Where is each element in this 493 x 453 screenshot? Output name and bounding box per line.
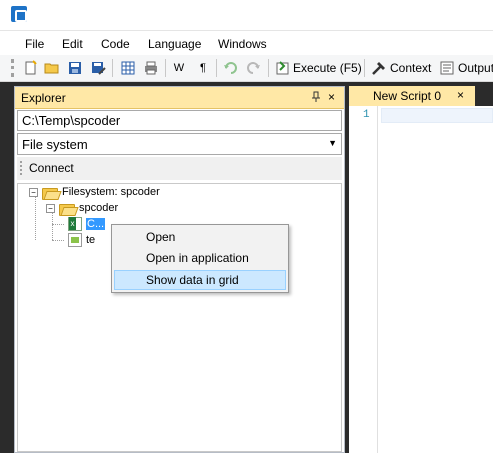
menu-language[interactable]: Language — [148, 37, 201, 51]
tree-node-label: Filesystem: spcoder — [62, 186, 160, 198]
folder-open-icon — [42, 186, 58, 200]
close-icon[interactable]: × — [457, 88, 464, 102]
menu-file[interactable]: File — [25, 37, 44, 51]
menu-code[interactable]: Code — [101, 37, 130, 51]
menu-item-open[interactable]: Open — [114, 227, 286, 247]
save-as-icon[interactable] — [89, 59, 107, 77]
toolbar-grip[interactable] — [11, 59, 14, 77]
current-line-highlight — [381, 108, 493, 123]
toolbar-separator — [112, 59, 113, 77]
tree-node-label: spcoder — [79, 202, 119, 214]
text-file-icon — [68, 233, 82, 247]
context-button[interactable]: Context — [390, 61, 431, 75]
menu-item-show-data-in-grid[interactable]: Show data in grid — [114, 270, 286, 290]
tree-node-label: C... — [86, 218, 106, 230]
open-folder-icon[interactable] — [43, 59, 61, 77]
context-menu: Open Open in application Show data in gr… — [111, 224, 289, 293]
tree-guide — [35, 196, 36, 240]
code-editor[interactable]: 1 — [349, 106, 493, 453]
chevron-down-icon: ▼ — [328, 138, 337, 148]
toolbar-grip[interactable] — [20, 161, 22, 175]
menu-edit[interactable]: Edit — [62, 37, 83, 51]
tree-node-folder[interactable]: − spcoder — [46, 200, 118, 216]
menu-bar: File Edit Code Language Windows — [0, 30, 493, 55]
save-icon[interactable] — [66, 59, 84, 77]
excel-file-icon — [68, 217, 82, 231]
collapse-icon[interactable]: − — [29, 187, 38, 197]
title-bar — [0, 0, 493, 30]
print-icon[interactable] — [142, 59, 160, 77]
tree-guide — [52, 224, 64, 225]
explorer-header: Explorer × — [15, 87, 344, 109]
toolbar-separator — [268, 59, 269, 77]
tree-node-file-selected[interactable]: C... — [68, 216, 106, 232]
output-button[interactable]: Output — [458, 61, 493, 75]
editor-tab-strip: New Script 0 × — [349, 86, 493, 106]
tree-node-label: te — [86, 234, 96, 246]
window-background — [0, 82, 14, 453]
context-tools-icon[interactable] — [370, 59, 388, 77]
explorer-title: Explorer — [21, 91, 66, 105]
execute-icon[interactable] — [274, 59, 292, 77]
redo-icon[interactable] — [244, 59, 262, 77]
connect-toolbar: Connect — [17, 157, 342, 180]
line-gutter: 1 — [349, 106, 378, 453]
tree-guide — [52, 212, 53, 240]
menu-windows[interactable]: Windows — [218, 37, 267, 51]
execute-button[interactable]: Execute (F5) — [293, 61, 362, 75]
toolbar-separator — [364, 59, 365, 77]
undo-icon[interactable] — [222, 59, 240, 77]
toolbar: W ¶ Execute (F5) Context Output — [0, 55, 493, 82]
tab-new-script[interactable]: New Script 0 × — [349, 86, 475, 106]
show-whitespace-button[interactable]: ¶ — [197, 59, 209, 77]
pin-icon[interactable] — [311, 91, 321, 106]
tree-node-file[interactable]: te — [68, 232, 95, 248]
new-file-icon[interactable] — [22, 59, 40, 77]
collapse-icon[interactable]: − — [46, 203, 55, 213]
grid-icon[interactable] — [119, 59, 137, 77]
close-icon[interactable]: × — [328, 90, 335, 104]
toolbar-separator — [216, 59, 217, 77]
line-number: 1 — [363, 109, 370, 121]
tab-label: New Script 0 — [373, 89, 442, 103]
connect-button[interactable]: Connect — [29, 161, 74, 175]
menu-item-open-in-application[interactable]: Open in application — [114, 248, 286, 268]
word-wrap-button[interactable]: W — [172, 59, 186, 77]
source-select-value: File system — [22, 137, 88, 152]
folder-open-icon — [59, 202, 75, 216]
tree-guide — [52, 240, 64, 241]
toolbar-separator — [165, 59, 166, 77]
source-select[interactable]: File system ▼ — [17, 133, 342, 155]
output-icon[interactable] — [438, 59, 456, 77]
app-icon[interactable] — [11, 6, 27, 22]
tree-node-root[interactable]: − Filesystem: spcoder — [29, 184, 160, 200]
path-input[interactable] — [17, 110, 342, 131]
